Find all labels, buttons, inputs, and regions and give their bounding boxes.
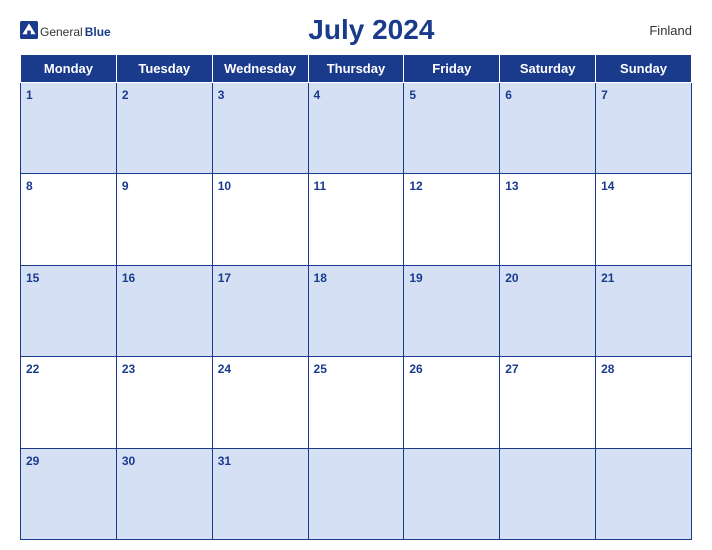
logo-area: General Blue <box>20 21 111 39</box>
calendar-day-cell: 10 <box>212 174 308 265</box>
day-number: 9 <box>122 179 129 193</box>
calendar-day-cell: 25 <box>308 357 404 448</box>
calendar-week-row: 1 2 3 4 5 6 7 <box>21 83 692 174</box>
calendar-day-cell: 12 <box>404 174 500 265</box>
calendar-day-cell: 15 <box>21 265 117 356</box>
day-number: 21 <box>601 271 614 285</box>
calendar-page: General Blue July 2024 Finland MondayTue… <box>0 0 712 550</box>
calendar-day-cell: 30 <box>116 448 212 539</box>
day-number: 24 <box>218 362 231 376</box>
calendar-day-cell: 8 <box>21 174 117 265</box>
day-number: 16 <box>122 271 135 285</box>
weekday-header-sunday: Sunday <box>596 55 692 83</box>
country-label: Finland <box>632 23 692 38</box>
day-number: 1 <box>26 88 33 102</box>
day-number: 3 <box>218 88 225 102</box>
calendar-day-cell: 2 <box>116 83 212 174</box>
calendar-day-cell: 17 <box>212 265 308 356</box>
day-number: 28 <box>601 362 614 376</box>
day-number: 13 <box>505 179 518 193</box>
day-number: 22 <box>26 362 39 376</box>
day-number: 19 <box>409 271 422 285</box>
weekday-header-thursday: Thursday <box>308 55 404 83</box>
calendar-day-cell: 1 <box>21 83 117 174</box>
day-number: 12 <box>409 179 422 193</box>
calendar-day-cell: 24 <box>212 357 308 448</box>
empty-cell <box>500 448 596 539</box>
calendar-day-cell: 16 <box>116 265 212 356</box>
day-number: 8 <box>26 179 33 193</box>
calendar-table: MondayTuesdayWednesdayThursdayFridaySatu… <box>20 54 692 540</box>
day-number: 23 <box>122 362 135 376</box>
day-number: 11 <box>314 179 327 193</box>
calendar-day-cell: 11 <box>308 174 404 265</box>
day-number: 15 <box>26 271 39 285</box>
calendar-day-cell: 3 <box>212 83 308 174</box>
calendar-day-cell: 4 <box>308 83 404 174</box>
top-bar: General Blue July 2024 Finland <box>20 10 692 50</box>
weekday-header-monday: Monday <box>21 55 117 83</box>
calendar-day-cell: 23 <box>116 357 212 448</box>
day-number: 10 <box>218 179 231 193</box>
calendar-day-cell: 27 <box>500 357 596 448</box>
day-number: 18 <box>314 271 327 285</box>
day-number: 20 <box>505 271 518 285</box>
calendar-day-cell: 14 <box>596 174 692 265</box>
general-blue-icon <box>20 21 38 39</box>
day-number: 5 <box>409 88 416 102</box>
empty-cell <box>308 448 404 539</box>
day-number: 25 <box>314 362 327 376</box>
calendar-day-cell: 9 <box>116 174 212 265</box>
day-number: 29 <box>26 454 39 468</box>
weekday-header-saturday: Saturday <box>500 55 596 83</box>
empty-cell <box>596 448 692 539</box>
weekday-header-row: MondayTuesdayWednesdayThursdayFridaySatu… <box>21 55 692 83</box>
day-number: 26 <box>409 362 422 376</box>
day-number: 6 <box>505 88 512 102</box>
empty-cell <box>404 448 500 539</box>
calendar-week-row: 8 9 10 11 12 13 14 <box>21 174 692 265</box>
calendar-day-cell: 18 <box>308 265 404 356</box>
day-number: 17 <box>218 271 231 285</box>
calendar-day-cell: 20 <box>500 265 596 356</box>
calendar-day-cell: 22 <box>21 357 117 448</box>
logo-blue-text: Blue <box>85 25 111 39</box>
weekday-header-friday: Friday <box>404 55 500 83</box>
day-number: 31 <box>218 454 231 468</box>
day-number: 14 <box>601 179 614 193</box>
calendar-day-cell: 29 <box>21 448 117 539</box>
calendar-day-cell: 6 <box>500 83 596 174</box>
calendar-day-cell: 19 <box>404 265 500 356</box>
calendar-week-row: 15 16 17 18 19 20 21 <box>21 265 692 356</box>
day-number: 4 <box>314 88 321 102</box>
day-number: 2 <box>122 88 129 102</box>
calendar-title: July 2024 <box>111 14 632 46</box>
weekday-header-tuesday: Tuesday <box>116 55 212 83</box>
calendar-day-cell: 31 <box>212 448 308 539</box>
day-number: 27 <box>505 362 518 376</box>
calendar-day-cell: 7 <box>596 83 692 174</box>
logo-general-text: General <box>40 25 83 39</box>
calendar-day-cell: 13 <box>500 174 596 265</box>
calendar-day-cell: 28 <box>596 357 692 448</box>
calendar-week-row: 22 23 24 25 26 27 28 <box>21 357 692 448</box>
logo-text: General Blue <box>20 21 111 39</box>
calendar-week-row: 29 30 31 <box>21 448 692 539</box>
calendar-day-cell: 26 <box>404 357 500 448</box>
weekday-header-wednesday: Wednesday <box>212 55 308 83</box>
day-number: 7 <box>601 88 608 102</box>
calendar-day-cell: 21 <box>596 265 692 356</box>
calendar-day-cell: 5 <box>404 83 500 174</box>
day-number: 30 <box>122 454 135 468</box>
